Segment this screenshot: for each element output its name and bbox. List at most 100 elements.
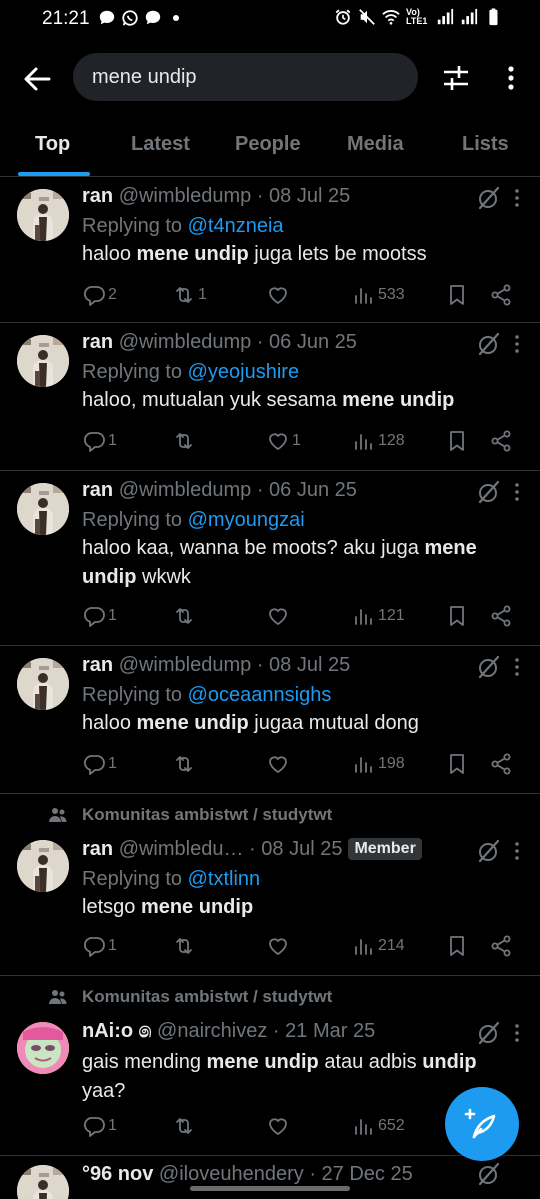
author-name[interactable]: °96 nov [82, 1163, 153, 1185]
views-button[interactable]: 128 [352, 429, 405, 453]
author-name[interactable]: nAi:o ෧ [82, 1020, 151, 1042]
tab-top[interactable]: Top [35, 133, 70, 156]
avatar[interactable] [17, 189, 69, 241]
bookmark-button[interactable] [445, 283, 469, 307]
mention-link[interactable]: @txtlinn [188, 868, 261, 890]
more-vertical-icon[interactable] [500, 62, 522, 94]
like-button[interactable] [266, 752, 292, 776]
avatar[interactable] [17, 1022, 69, 1074]
compose-feather-icon [464, 1108, 496, 1139]
avatar[interactable] [17, 1165, 69, 1199]
mention-link[interactable]: @t4nzneia [188, 215, 284, 237]
author-handle[interactable]: @iloveuhendery [159, 1163, 304, 1185]
mention-link[interactable]: @myoungzai [188, 509, 305, 531]
more-options-icon[interactable] [512, 333, 522, 355]
avatar-image [17, 658, 69, 710]
filter-sliders-icon[interactable] [440, 62, 472, 94]
repost-button[interactable]: 1 [172, 283, 207, 307]
views-button[interactable]: 652 [352, 1114, 405, 1138]
like-button[interactable] [266, 604, 292, 628]
bookmark-button[interactable] [445, 934, 469, 958]
bookmark-button[interactable] [445, 752, 469, 776]
reply-button[interactable]: 1 [82, 604, 117, 628]
views-button[interactable]: 533 [352, 283, 405, 307]
back-arrow-icon[interactable] [22, 64, 52, 94]
view-count: 198 [378, 755, 405, 772]
repost-button[interactable] [172, 752, 198, 776]
author-handle[interactable]: @wimbledu… [119, 838, 244, 860]
views-button[interactable]: 198 [352, 752, 405, 776]
repost-icon [172, 752, 196, 776]
author-handle[interactable]: @wimbledump [119, 654, 252, 676]
share-button[interactable] [489, 752, 513, 776]
share-button[interactable] [489, 604, 513, 628]
reply-button[interactable]: 1 [82, 934, 117, 958]
community-label[interactable]: Komunitas ambistwt / studytwt [48, 987, 332, 1007]
tab-people[interactable]: People [235, 133, 301, 156]
author-handle[interactable]: @wimbledump [119, 185, 252, 207]
reply-button[interactable]: 1 [82, 752, 117, 776]
search-input[interactable] [90, 64, 394, 90]
reply-button[interactable]: 1 [82, 1114, 117, 1138]
like-button[interactable] [266, 283, 292, 307]
reply-button[interactable]: 2 [82, 283, 117, 307]
home-indicator[interactable] [190, 1186, 350, 1191]
tweet-item[interactable]: ran @wimbledump · 08 Jul 25 Replying to … [0, 177, 540, 323]
avatar[interactable] [17, 658, 69, 710]
mention-link[interactable]: @oceaannsighs [188, 684, 332, 706]
share-button[interactable] [489, 429, 513, 453]
tweet-text: gais mending mene undip atau adbis undip… [82, 1048, 520, 1106]
bookmark-button[interactable] [445, 429, 469, 453]
author-name[interactable]: ran [82, 185, 113, 207]
more-options-icon[interactable] [512, 481, 522, 503]
grok-icon[interactable] [476, 1020, 502, 1046]
mention-link[interactable]: @yeojushire [188, 361, 299, 383]
repost-button[interactable] [172, 604, 198, 628]
tweet-item[interactable]: Komunitas ambistwt / studytwt ran @wimbl… [0, 794, 540, 976]
share-button[interactable] [489, 283, 513, 307]
share-button[interactable] [489, 934, 513, 958]
tweet-item[interactable]: ran @wimbledump · 08 Jul 25 Replying to … [0, 646, 540, 794]
avatar[interactable] [17, 483, 69, 535]
reply-count: 1 [108, 432, 117, 449]
repost-button[interactable] [172, 934, 198, 958]
more-options-icon[interactable] [512, 187, 522, 209]
bookmark-button[interactable] [445, 604, 469, 628]
partial-tweet[interactable]: °96 nov @iloveuhendery · 27 Dec 25 [0, 1157, 540, 1199]
like-button[interactable] [266, 1114, 292, 1138]
views-button[interactable]: 121 [352, 604, 405, 628]
grok-icon[interactable] [476, 185, 502, 211]
grok-icon[interactable] [476, 1161, 502, 1187]
tab-media[interactable]: Media [347, 133, 404, 156]
author-handle[interactable]: @nairchivez [157, 1020, 267, 1042]
grok-icon[interactable] [476, 838, 502, 864]
repost-button[interactable] [172, 1114, 198, 1138]
author-name[interactable]: ran [82, 479, 113, 501]
more-options-icon[interactable] [512, 656, 522, 678]
tab-lists[interactable]: Lists [462, 133, 509, 156]
tweet-item[interactable]: ran @wimbledump · 06 Jun 25 Replying to … [0, 323, 540, 471]
grok-icon[interactable] [476, 654, 502, 680]
chat-bubble-icon [99, 10, 115, 25]
more-options-icon[interactable] [512, 1022, 522, 1044]
like-button[interactable]: 1 [266, 429, 301, 453]
author-handle[interactable]: @wimbledump [119, 479, 252, 501]
author-name[interactable]: ran [82, 838, 113, 860]
author-handle[interactable]: @wimbledump [119, 331, 252, 353]
avatar[interactable] [17, 335, 69, 387]
author-name[interactable]: ran [82, 654, 113, 676]
repost-button[interactable] [172, 429, 198, 453]
community-label[interactable]: Komunitas ambistwt / studytwt [48, 805, 332, 825]
views-button[interactable]: 214 [352, 934, 405, 958]
more-options-icon[interactable] [512, 840, 522, 862]
grok-icon[interactable] [476, 331, 502, 357]
compose-post-button[interactable] [445, 1087, 519, 1161]
like-button[interactable] [266, 934, 292, 958]
avatar[interactable] [17, 840, 69, 892]
reply-button[interactable]: 1 [82, 429, 117, 453]
search-field[interactable] [73, 53, 418, 101]
grok-icon[interactable] [476, 479, 502, 505]
tab-latest[interactable]: Latest [131, 133, 190, 156]
tweet-item[interactable]: ran @wimbledump · 06 Jun 25 Replying to … [0, 471, 540, 646]
author-name[interactable]: ran [82, 331, 113, 353]
